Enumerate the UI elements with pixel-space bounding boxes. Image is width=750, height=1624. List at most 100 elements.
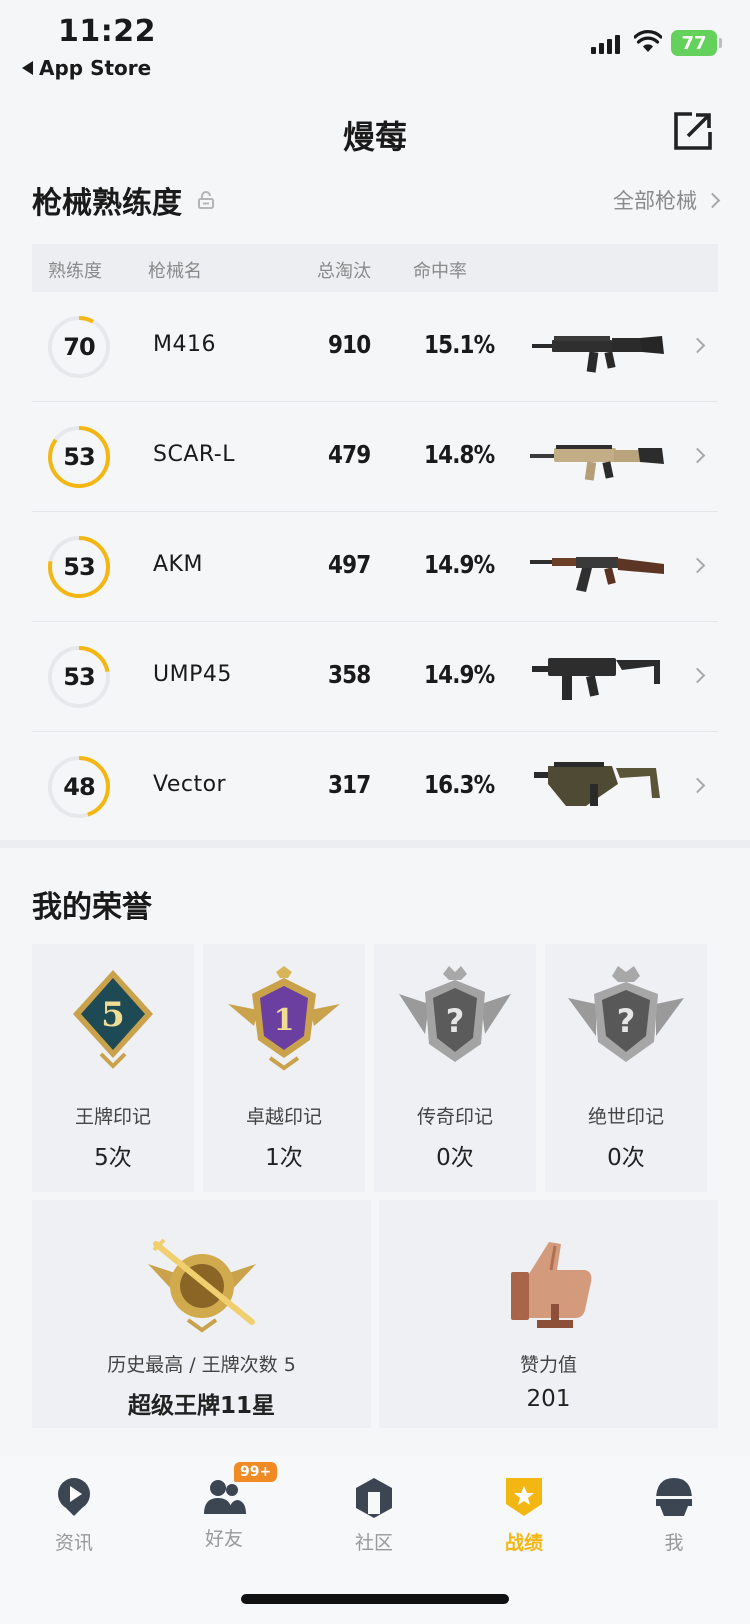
mastery-level: 53 — [63, 443, 95, 471]
nav-label: 战绩 — [504, 1532, 543, 1554]
ump45-smg-icon — [532, 658, 660, 700]
nav-label: 社区 — [354, 1532, 393, 1554]
page-title: 熳莓 — [342, 118, 407, 156]
likes-value: 201 — [526, 1386, 571, 1412]
vector-smg-icon — [534, 762, 660, 806]
honors-title: 我的荣誉 — [32, 890, 152, 925]
chevron-right-icon — [689, 777, 706, 794]
weapon-table-header: 熟练度 枪械名 总淘汰 命中率 — [32, 244, 718, 292]
weapon-accuracy: 14.8% — [424, 440, 495, 469]
col-accuracy: 命中率 — [413, 261, 467, 282]
mastery-level: 70 — [63, 333, 95, 361]
honor-card-excellence[interactable]: 1 卓越印记 1次 — [203, 944, 365, 1192]
mastery-ring: 70 — [46, 314, 112, 380]
col-mastery: 熟练度 — [48, 261, 102, 282]
weapon-name: AKM — [153, 552, 203, 577]
honor-label: 卓越印记 — [245, 1106, 322, 1128]
back-app-label: App Store — [39, 56, 152, 80]
highest-rank-label: 历史最高 / 王牌次数 5 — [107, 1354, 296, 1376]
weapon-row-vector[interactable]: 48 Vector 317 16.3% — [32, 732, 718, 842]
thumbs-up-icon — [511, 1242, 592, 1328]
weapon-mastery-title-wrap: 枪械熟练度 — [32, 178, 214, 222]
all-weapons-label: 全部枪械 — [613, 189, 697, 213]
lock-icon[interactable] — [198, 191, 214, 209]
svg-text:?: ? — [446, 1002, 465, 1040]
chevron-right-icon — [704, 192, 721, 208]
svg-text:1: 1 — [274, 1003, 295, 1038]
section-divider — [0, 840, 750, 848]
weapon-row-akm[interactable]: 53 AKM 497 14.9% — [32, 512, 718, 622]
mastery-ring: 48 — [46, 754, 112, 820]
honor-count: 5次 — [94, 1145, 132, 1171]
honor-count: 1次 — [265, 1145, 303, 1171]
honor-label: 绝世印记 — [587, 1106, 664, 1128]
chevron-right-icon — [689, 337, 706, 354]
cellular-signal-icon — [591, 34, 620, 54]
excellence-mark-icon: 1 — [228, 966, 340, 1071]
weapon-kills: 317 — [328, 770, 371, 799]
highest-rank-card[interactable]: 历史最高 / 王牌次数 5 超级王牌11星 — [32, 1200, 371, 1428]
col-kills: 总淘汰 — [317, 261, 371, 282]
weapon-accuracy: 15.1% — [424, 330, 495, 359]
weapon-accuracy: 16.3% — [424, 770, 495, 799]
scar-l-rifle-icon — [530, 445, 664, 481]
back-to-app-store[interactable]: App Store — [22, 56, 151, 80]
stats-shield-icon — [506, 1478, 542, 1516]
nav-stats[interactable]: 战绩 — [464, 1474, 584, 1555]
mastery-level: 53 — [63, 553, 95, 581]
honor-label: 王牌印记 — [74, 1106, 151, 1128]
chevron-right-icon — [689, 447, 706, 464]
battery-level: 77 — [681, 32, 707, 54]
nav-me[interactable]: 我 — [614, 1474, 734, 1555]
weapon-row-scar-l[interactable]: 53 SCAR-L 479 14.8% — [32, 402, 718, 512]
likes-card[interactable]: 赞力值 201 — [379, 1200, 718, 1428]
nav-label: 我 — [664, 1532, 684, 1554]
weapon-mastery-title: 枪械熟练度 — [32, 186, 182, 221]
weapon-row-m416[interactable]: 70 M416 910 15.1% — [32, 292, 718, 402]
honor-marks-grid: 5 王牌印记 5次 1 卓越印记 1次 ? 传奇印记 0次 ? 绝世印记 0次 — [32, 944, 718, 1192]
status-time: 11:22 — [58, 14, 156, 49]
wifi-icon — [634, 30, 662, 52]
weapon-accuracy: 14.9% — [424, 660, 495, 689]
helmet-icon — [656, 1478, 692, 1516]
weapon-name: UMP45 — [153, 662, 232, 687]
nav-community[interactable]: 社区 — [314, 1474, 434, 1555]
weapon-row-ump45[interactable]: 53 UMP45 358 14.9% — [32, 622, 718, 732]
honor-card-peerless[interactable]: ? 绝世印记 0次 — [545, 944, 707, 1192]
weapon-name: Vector — [153, 772, 227, 797]
mastery-ring: 53 — [46, 424, 112, 490]
friends-icon-wrap: 99+ — [202, 1462, 278, 1518]
weapon-accuracy: 14.9% — [424, 550, 495, 579]
weapon-list: 70 M416 910 15.1% 53 SCAR-L 479 14.8% 53… — [32, 292, 718, 842]
nav-news[interactable]: 资讯 — [14, 1474, 134, 1555]
all-weapons-link[interactable]: 全部枪械 — [613, 185, 721, 215]
mastery-ring: 53 — [46, 534, 112, 600]
peerless-mark-icon: ? — [568, 966, 684, 1062]
weapon-kills: 358 — [328, 660, 371, 689]
chevron-right-icon — [689, 667, 706, 684]
battery-icon: 77 — [671, 30, 722, 56]
likes-label: 赞力值 — [519, 1354, 577, 1376]
mastery-ring: 53 — [46, 644, 112, 710]
honor-label: 传奇印记 — [416, 1106, 493, 1128]
chevron-right-icon — [689, 557, 706, 574]
nav-label: 好友 — [204, 1528, 243, 1550]
home-indicator[interactable] — [241, 1594, 509, 1604]
akm-rifle-icon — [530, 557, 664, 592]
weapon-mastery-header: 枪械熟练度 全部枪械 — [32, 178, 721, 222]
mastery-level: 53 — [63, 663, 95, 691]
legend-mark-icon: ? — [399, 966, 511, 1062]
svg-text:5: 5 — [101, 995, 125, 1035]
honor-count: 0次 — [607, 1145, 645, 1171]
nav-friends[interactable]: 99+ 好友 — [164, 1462, 284, 1551]
back-triangle-icon — [22, 61, 33, 75]
share-icon[interactable] — [672, 110, 714, 152]
svg-text:?: ? — [617, 1002, 636, 1040]
mastery-level: 48 — [63, 773, 95, 801]
friends-badge: 99+ — [234, 1462, 278, 1482]
honor-card-legend[interactable]: ? 传奇印记 0次 — [374, 944, 536, 1192]
weapon-name: M416 — [153, 332, 216, 357]
m416-rifle-icon — [532, 336, 664, 373]
honor-card-ace[interactable]: 5 王牌印记 5次 — [32, 944, 194, 1192]
weapon-kills: 479 — [328, 440, 371, 469]
